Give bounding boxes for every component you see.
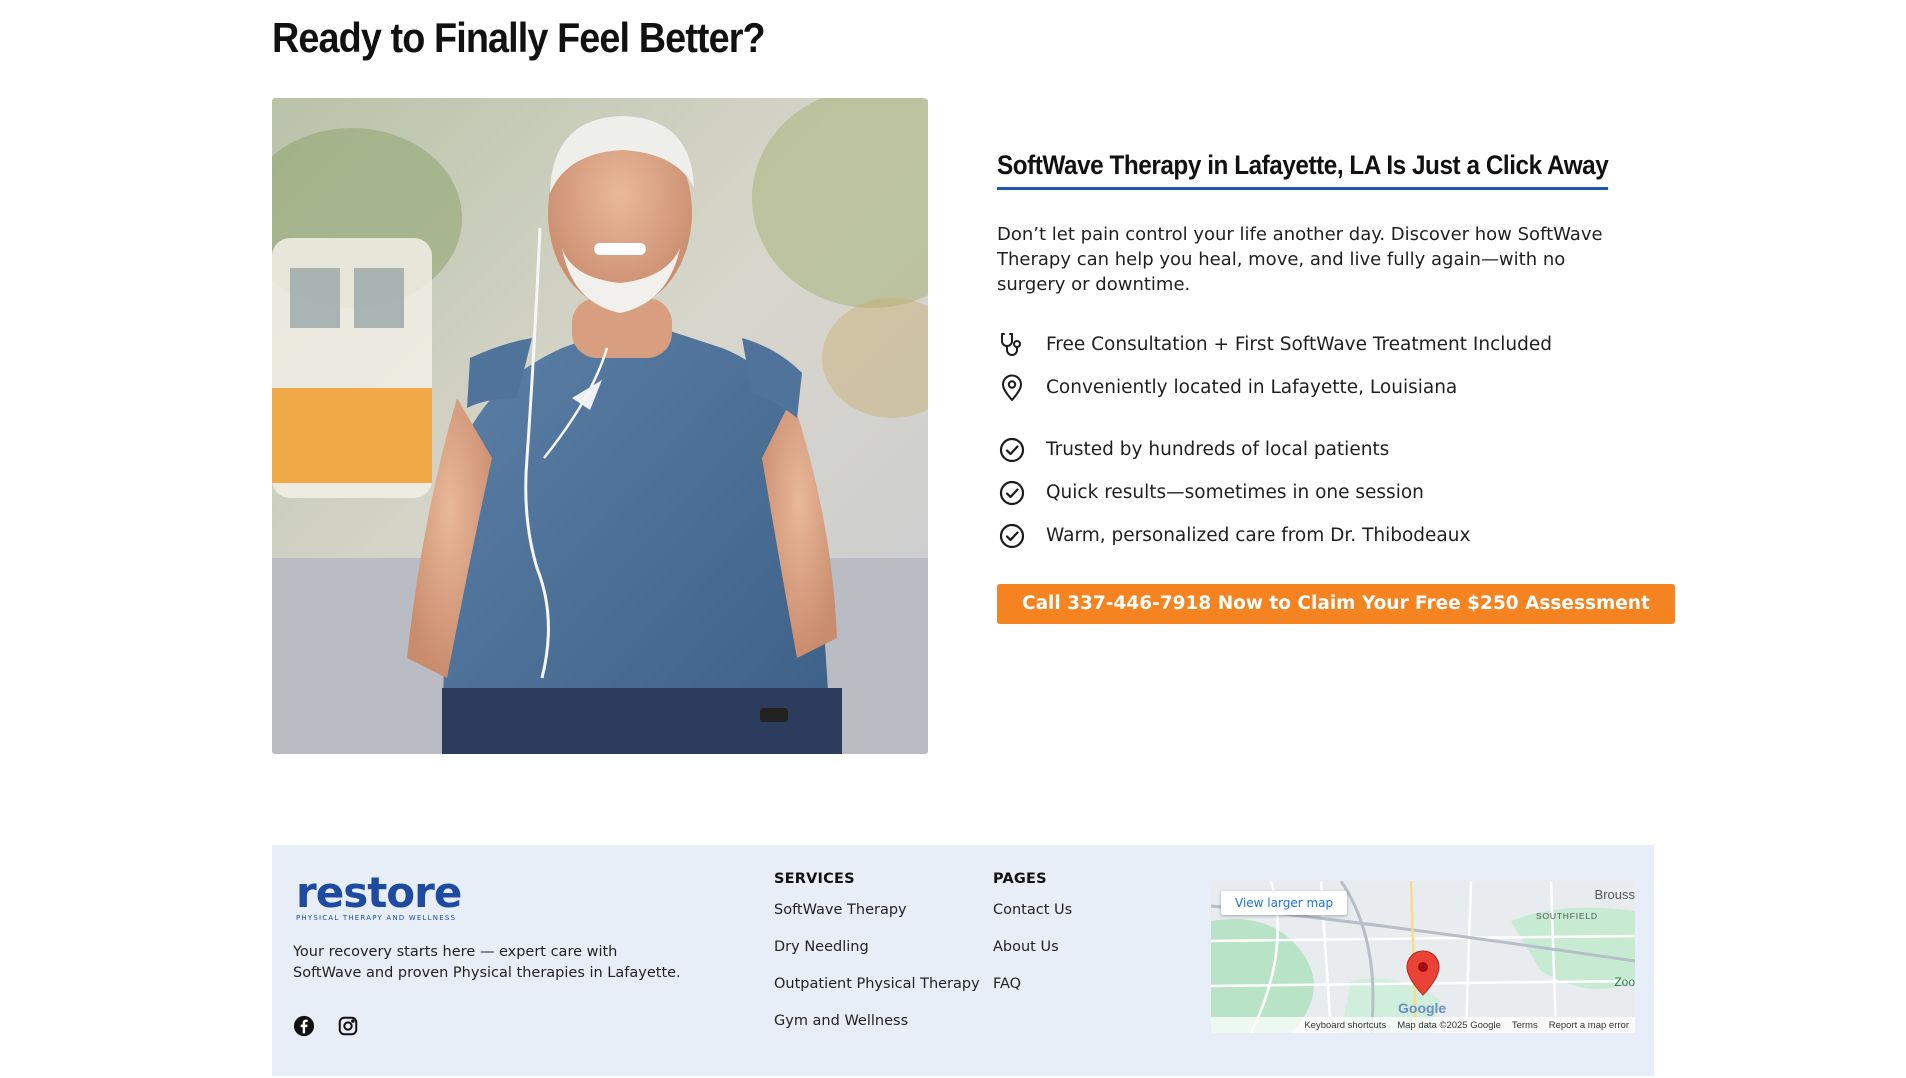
feature-item: Conveniently located in Lafayette, Louis… [997,366,1637,409]
call-cta-button[interactable]: Call 337-446-7918 Now to Claim Your Free… [997,584,1675,624]
feature-item: Free Consultation + First SoftWave Treat… [997,323,1637,366]
offer-description: Don’t let pain control your life another… [997,224,1603,295]
offer-title: SoftWave Therapy in Lafayette, LA Is Jus… [997,150,1609,190]
map-report-error-link[interactable]: Report a map error [1549,1020,1629,1031]
logo-wordmark: restore [296,868,462,917]
page-title: Ready to Finally Feel Better? [272,14,766,61]
embedded-map[interactable]: View larger map Brouss SOUTHFIELD Zoo Go… [1211,881,1635,1033]
instagram-icon[interactable] [337,1015,359,1037]
facebook-icon[interactable] [293,1015,315,1037]
feature-text: Warm, personalized care from Dr. Thibode… [1046,525,1471,546]
logo-subtext: PHYSICAL THERAPY AND WELLNESS [296,914,457,922]
check-circle-icon [997,478,1027,508]
site-footer: restore PHYSICAL THERAPY AND WELLNESS Yo… [272,845,1654,1076]
check-circle-icon [997,435,1027,465]
feature-text: Conveniently located in Lafayette, Louis… [1046,377,1458,398]
stethoscope-icon [997,330,1027,360]
footer-link-about[interactable]: About Us [993,939,1072,976]
footer-link-contact[interactable]: Contact Us [993,902,1072,939]
feature-text: Quick results—sometimes in one session [1046,482,1424,503]
footer-link-gym-wellness[interactable]: Gym and Wellness [774,1013,980,1050]
footer-services-column: SERVICES SoftWave Therapy Dry Needling O… [774,871,980,1050]
map-label-city: Brouss [1594,887,1635,902]
footer-link-outpatient-pt[interactable]: Outpatient Physical Therapy [774,976,980,1013]
pages-heading: PAGES [993,871,1047,887]
view-larger-map-link[interactable]: View larger map [1221,891,1348,915]
map-terms-link[interactable]: Terms [1512,1020,1538,1031]
check-circle-icon [997,521,1027,551]
map-label-zoo: Zoo [1614,975,1635,989]
map-data-credit: Map data ©2025 Google [1397,1019,1501,1031]
footer-link-dry-needling[interactable]: Dry Needling [774,939,980,976]
feature-item: Quick results—sometimes in one session [997,471,1637,514]
hero-photo [272,98,928,754]
footer-link-softwave-therapy[interactable]: SoftWave Therapy [774,902,980,939]
map-label-area: SOUTHFIELD [1536,911,1598,921]
map-keyboard-shortcuts[interactable]: Keyboard shortcuts [1304,1020,1386,1031]
google-logo: Google [1398,1000,1447,1016]
feature-list: Free Consultation + First SoftWave Treat… [997,323,1637,557]
footer-pages-column: PAGES Contact Us About Us FAQ [993,871,1072,1013]
footer-tagline: Your recovery starts here — expert care … [293,944,681,981]
feature-text: Trusted by hundreds of local patients [1046,439,1390,460]
feature-item: Trusted by hundreds of local patients [997,428,1637,471]
feature-item: Warm, personalized care from Dr. Thibode… [997,514,1637,557]
map-attribution-bar: Keyboard shortcuts Map data ©2025 Google… [1211,1017,1635,1033]
offer-panel: SoftWave Therapy in Lafayette, LA Is Jus… [997,150,1675,624]
footer-link-faq[interactable]: FAQ [993,976,1072,1013]
feature-text: Free Consultation + First SoftWave Treat… [1046,334,1552,355]
social-links [293,1015,359,1037]
restore-logo[interactable]: restore PHYSICAL THERAPY AND WELLNESS [296,868,462,923]
services-heading: SERVICES [774,871,855,887]
location-pin-icon [997,373,1027,403]
